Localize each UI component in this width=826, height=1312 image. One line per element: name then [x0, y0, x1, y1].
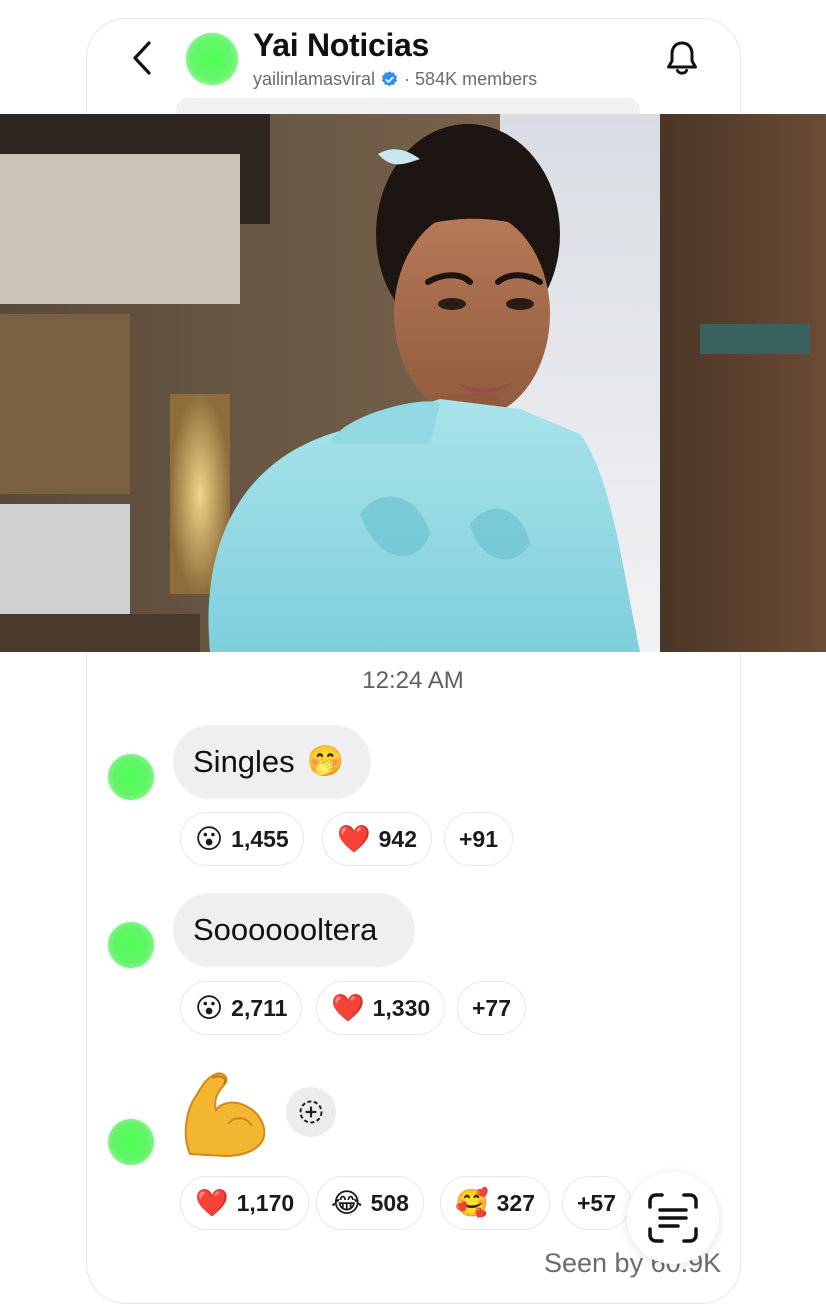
message-text: Singles — [193, 744, 295, 779]
channel-avatar[interactable] — [186, 33, 238, 85]
reaction-chip[interactable]: 😮 2,711 — [180, 981, 303, 1035]
reaction-chip[interactable]: ❤️ 1,170 — [180, 1176, 310, 1230]
reaction-chip[interactable]: ❤️ 1,330 — [316, 981, 446, 1035]
reaction-count: 1,330 — [372, 994, 431, 1021]
surprised-face-icon: 😮 — [195, 823, 224, 854]
add-reaction-icon — [299, 1100, 323, 1124]
notifications-button[interactable] — [661, 38, 703, 80]
reaction-count: 508 — [370, 1189, 409, 1216]
subtitle-separator: · — [404, 69, 411, 89]
more-reactions-chip[interactable]: +77 — [457, 981, 527, 1035]
hand-over-mouth-emoji-icon: 🤭 — [306, 745, 345, 778]
channel-subtitle: yailinlamasviral · 584K members — [253, 69, 537, 90]
chevron-left-icon — [133, 41, 151, 75]
reaction-count: +57 — [577, 1189, 617, 1216]
photo-illustration — [0, 114, 826, 652]
flexed-biceps-icon — [184, 1072, 266, 1158]
sender-avatar[interactable] — [108, 754, 154, 800]
reaction-count: +91 — [459, 825, 499, 852]
channel-title[interactable]: Yai Noticias — [253, 27, 429, 64]
more-reactions-chip[interactable]: +91 — [444, 812, 514, 866]
reaction-count: 1,455 — [231, 825, 289, 852]
channel-handle: yailinlamasviral — [253, 69, 376, 89]
heart-icon: ❤️ — [337, 823, 371, 854]
channel-screen: Yai Noticias yailinlamasviral · 584K mem… — [0, 0, 826, 1312]
member-count: 584K members — [415, 69, 538, 89]
smiling-face-with-hearts-icon: 🥰 — [455, 1187, 489, 1218]
post-photo[interactable] — [0, 114, 826, 652]
bell-icon — [667, 41, 697, 75]
sender-avatar[interactable] — [108, 1119, 154, 1165]
scan-text-button[interactable] — [627, 1172, 719, 1264]
reaction-count: 942 — [378, 825, 417, 852]
reaction-chip[interactable]: 🥰 327 — [440, 1176, 550, 1230]
reaction-count: 2,711 — [231, 994, 288, 1021]
reaction-chip[interactable]: 😂 508 — [316, 1176, 424, 1230]
reaction-count: +77 — [472, 994, 512, 1021]
scan-text-icon — [648, 1193, 698, 1243]
reaction-chip[interactable]: 😮 1,455 — [180, 812, 304, 866]
channel-header: Yai Noticias yailinlamasviral · 584K mem… — [0, 0, 826, 114]
verified-badge-icon — [382, 71, 398, 87]
message-timestamp: 12:24 AM — [362, 667, 464, 694]
reaction-count: 327 — [496, 1189, 535, 1216]
message-bubble[interactable]: Singles 🤭 — [173, 725, 371, 799]
message-text: Sooooooltera — [193, 912, 378, 947]
reaction-count: 1,170 — [236, 1189, 295, 1216]
add-reaction-button[interactable] — [286, 1087, 336, 1137]
surprised-face-icon: 😮 — [195, 992, 224, 1023]
more-reactions-chip[interactable]: +57 — [562, 1176, 632, 1230]
flexed-biceps-emoji-icon[interactable] — [176, 1066, 274, 1164]
heart-icon: ❤️ — [331, 992, 365, 1023]
back-button[interactable] — [122, 36, 162, 80]
sender-avatar[interactable] — [108, 922, 154, 968]
message-bubble[interactable]: Sooooooltera — [173, 893, 415, 967]
heart-icon: ❤️ — [195, 1187, 229, 1218]
reaction-chip[interactable]: ❤️ 942 — [322, 812, 432, 866]
tears-of-joy-icon: 😂 — [331, 1187, 363, 1218]
